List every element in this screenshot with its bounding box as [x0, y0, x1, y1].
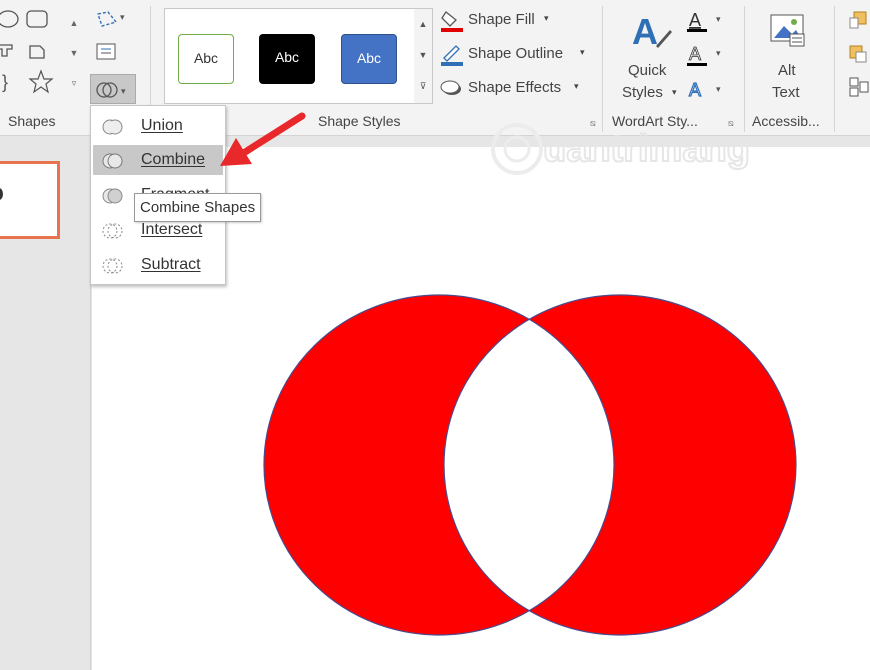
svg-text:}: } [2, 72, 8, 92]
bring-forward-icon [849, 11, 867, 29]
quick-styles-button[interactable]: A Quick Styles ▾ [620, 8, 682, 108]
menu-item-label: Combine [141, 151, 206, 168]
subtract-icon [102, 258, 123, 274]
freeform-shape-icon [29, 45, 45, 59]
svg-text:A: A [632, 11, 658, 52]
text-outline-icon: A ▾ [687, 44, 721, 66]
arrow-down-shape-icon [0, 44, 13, 57]
text-effects-icon: A ▾ [688, 79, 721, 100]
slide-thumbnails-pane [0, 136, 91, 670]
alt-text-icon [770, 14, 805, 47]
shape-outline-label: Shape Outline [468, 45, 564, 62]
svg-text:A: A [689, 10, 701, 30]
text-box-button[interactable] [96, 42, 118, 62]
more-icon[interactable]: ▿ [66, 68, 82, 98]
shape-effects-button[interactable]: Shape Effects ▾ [440, 76, 600, 102]
style-blue-fill[interactable]: Abc [341, 34, 397, 84]
shapes-gallery[interactable]: } [0, 0, 66, 100]
fragment-icon [102, 188, 123, 204]
menu-item-label: Subtract [141, 256, 201, 273]
separator [602, 6, 603, 132]
chevron-down-icon: ▾ [672, 87, 677, 97]
chevron-down-icon: ▾ [574, 81, 579, 91]
svg-text:▾: ▾ [120, 12, 125, 22]
separator [744, 6, 745, 132]
svg-text:▾: ▾ [716, 84, 721, 94]
shape-effects-label: Shape Effects [468, 79, 562, 96]
styles-gallery-scroll[interactable]: ▲ ▼ ⊽ [414, 8, 433, 104]
bring-forward-button[interactable] [848, 10, 870, 32]
menu-item-combine[interactable]: Combine [93, 145, 223, 175]
combine-shapes-tooltip: Combine Shapes [134, 193, 262, 222]
text-fill-button[interactable]: A ▾ [686, 8, 726, 34]
shape-styles-gallery[interactable]: Abc Abc Abc [164, 8, 416, 104]
intersect-icon [102, 223, 123, 239]
shape-fill-button[interactable]: Shape Fill ▾ [440, 8, 590, 34]
paint-bucket-icon [441, 11, 463, 32]
shape-outline-button[interactable]: Shape Outline ▾ [440, 42, 600, 68]
rounded-rect-shape-icon [26, 10, 48, 28]
send-backward-icon [849, 45, 867, 63]
combine-icon [102, 153, 123, 169]
quick-styles-label-2: Styles [622, 84, 663, 101]
text-fill-icon: A ▾ [687, 10, 721, 32]
menu-item-union[interactable]: Union [93, 111, 223, 141]
separator [834, 6, 835, 132]
shapes-scroll[interactable]: ▲ ▼ ▿ [66, 8, 82, 100]
chevron-down-icon: ▾ [580, 47, 585, 57]
oval-shape-icon [0, 10, 19, 28]
shape-styles-group-label: Shape Styles [318, 113, 401, 129]
thumbnail-shape [0, 188, 3, 200]
text-box-icon [96, 43, 116, 60]
style-black-fill[interactable]: Abc [259, 34, 315, 84]
pen-outline-icon [441, 45, 463, 66]
svg-text:A: A [689, 80, 701, 100]
alt-text-label-1: Alt [778, 62, 796, 79]
annotation-arrow-icon [220, 112, 306, 166]
alt-text-button[interactable]: Alt Text [762, 8, 818, 108]
svg-text:▾: ▾ [716, 14, 721, 24]
svg-text:A: A [689, 44, 701, 64]
menu-item-label: Union [141, 117, 183, 134]
scroll-up-icon[interactable]: ▲ [66, 8, 82, 38]
send-backward-button[interactable] [848, 44, 870, 66]
wordart-a-icon: A [632, 11, 672, 52]
selection-pane-icon [849, 77, 869, 97]
menu-item-subtract[interactable]: Subtract [93, 250, 223, 280]
shape-effects-icon [440, 80, 461, 95]
shapes-group-label: Shapes [8, 113, 56, 129]
more-icon[interactable]: ⊽ [414, 71, 432, 102]
svg-text:▾: ▾ [716, 48, 721, 58]
menu-item-label: Intersect [141, 221, 203, 238]
chevron-down-icon: ▾ [544, 13, 549, 23]
edit-shape-button[interactable]: ▾ [94, 8, 134, 30]
scroll-up-icon[interactable]: ▲ [414, 9, 432, 40]
quick-styles-label-1: Quick [628, 62, 667, 79]
scroll-down-icon[interactable]: ▼ [66, 38, 82, 68]
merge-shapes-button[interactable]: ▾ [90, 74, 136, 104]
alt-text-label-2: Text [772, 84, 800, 101]
merge-shapes-icon: ▾ [96, 82, 126, 98]
shape-fill-label: Shape Fill [468, 11, 535, 28]
union-icon [102, 119, 123, 135]
style-outline-green[interactable]: Abc [178, 34, 234, 84]
star-shape-icon [28, 69, 54, 94]
slide-thumbnail[interactable] [0, 161, 60, 239]
scroll-down-icon[interactable]: ▼ [414, 40, 432, 71]
svg-text:▾: ▾ [121, 86, 126, 96]
text-effects-button[interactable]: A ▾ [686, 76, 726, 102]
selection-pane-button[interactable] [848, 76, 870, 98]
text-outline-button[interactable]: A ▾ [686, 42, 726, 68]
